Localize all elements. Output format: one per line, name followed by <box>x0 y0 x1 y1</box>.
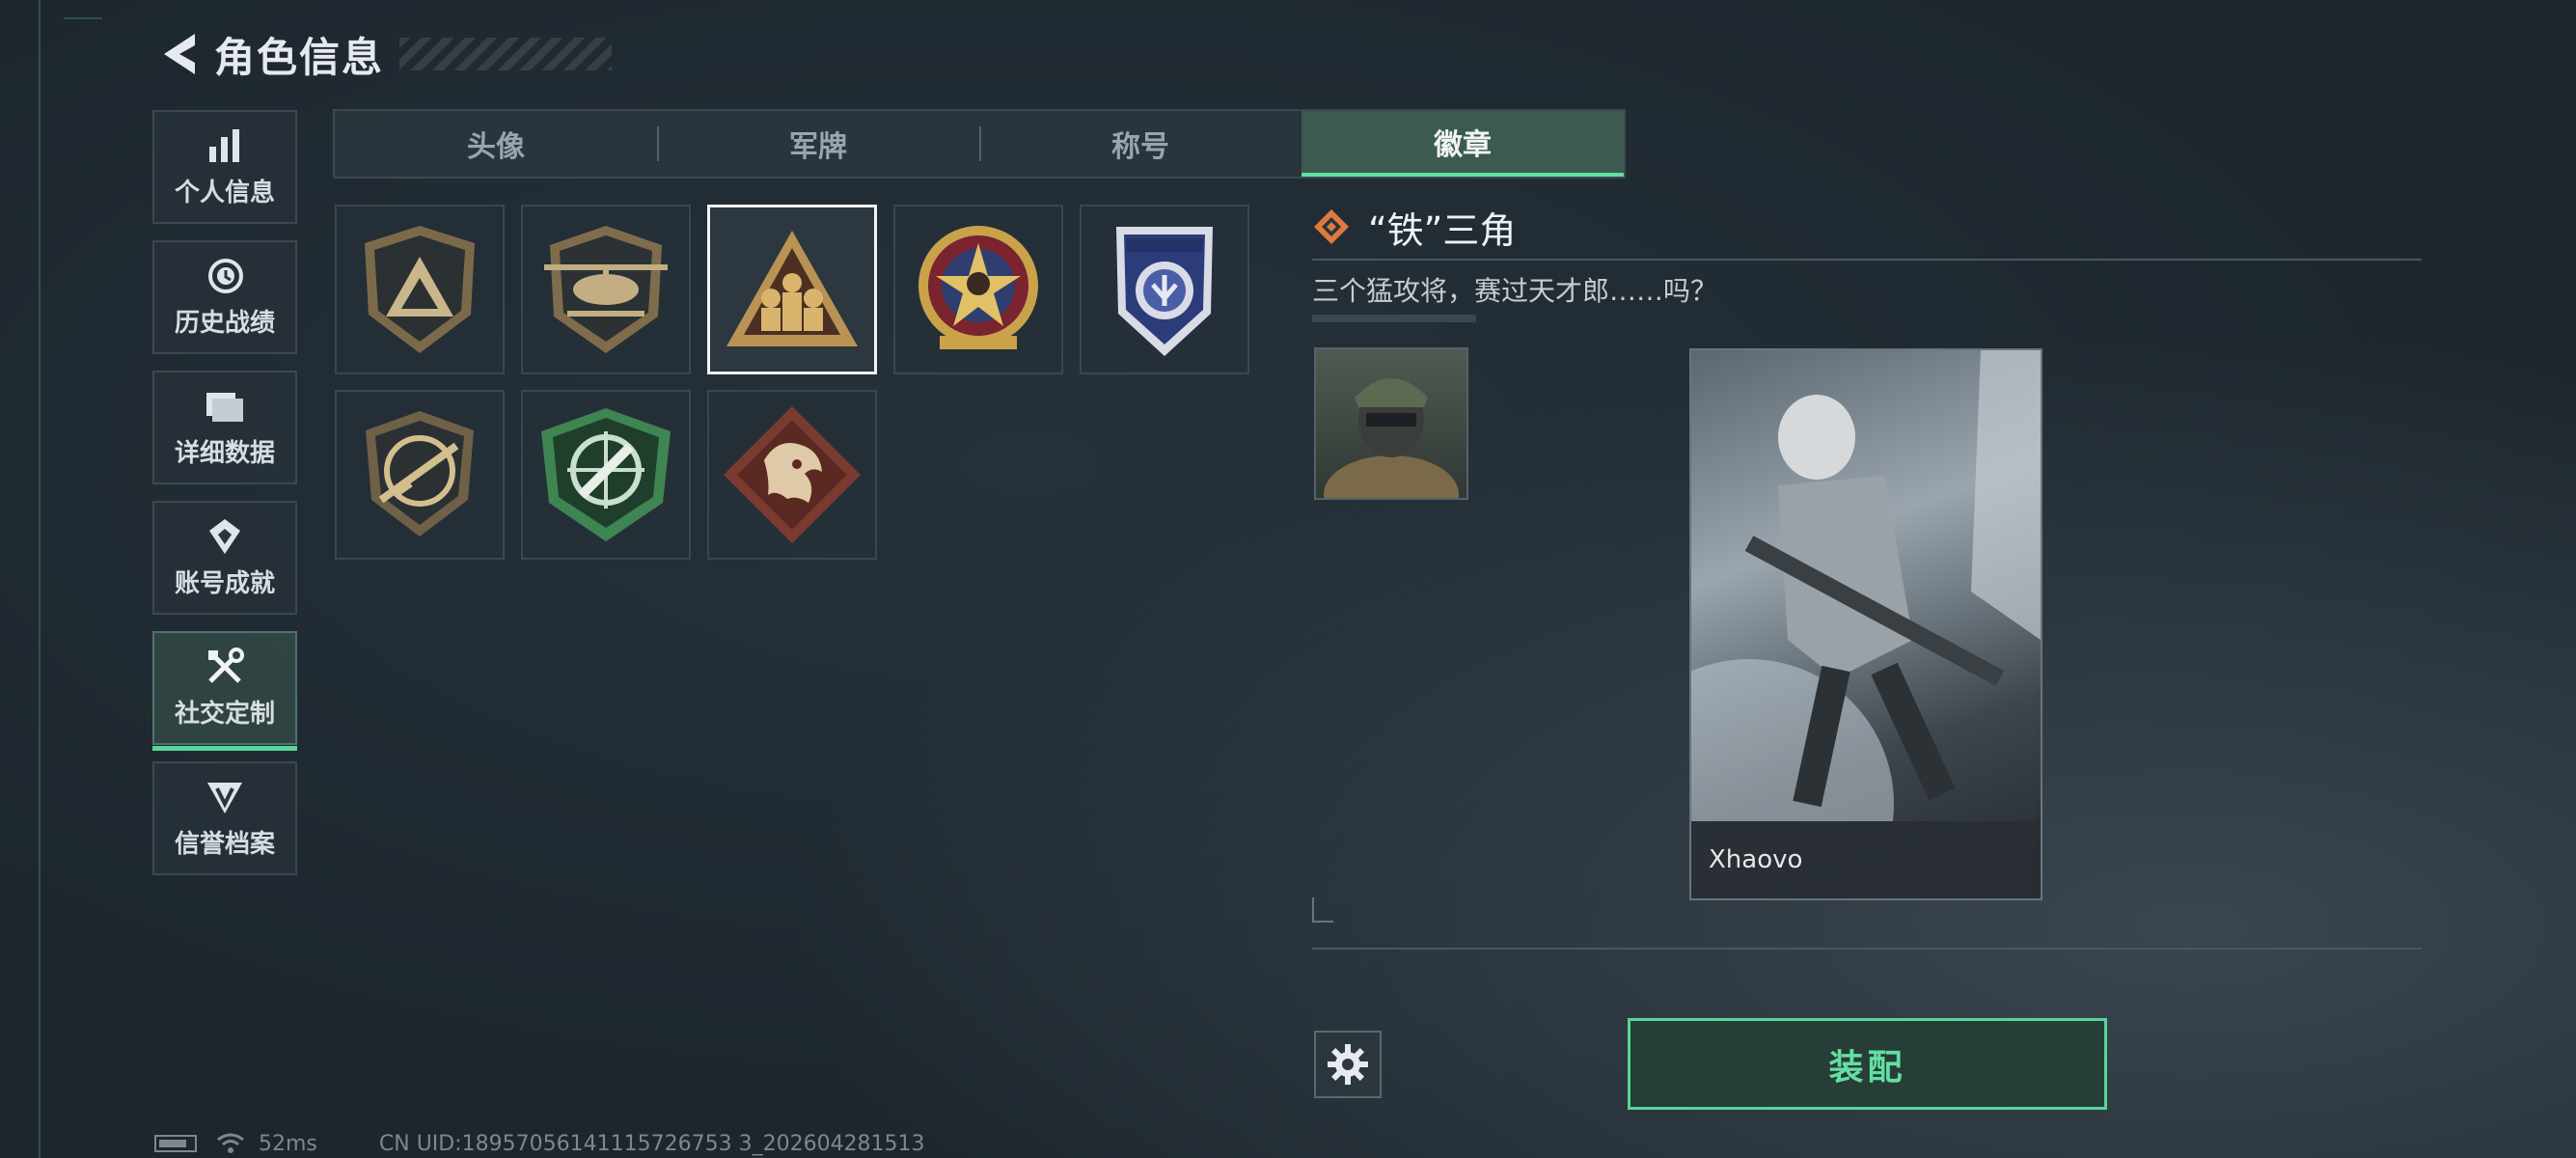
sidebar-item-label: 历史战绩 <box>174 308 275 338</box>
dragon-badge-icon <box>724 406 861 543</box>
blue-wing-badge-icon <box>1116 227 1213 356</box>
bar-chart-icon <box>204 126 246 165</box>
status-bar: 52ms CN UID:18957056141115726753 3_20260… <box>154 1129 925 1158</box>
badge-item[interactable] <box>893 205 1063 374</box>
badge-item[interactable] <box>521 390 691 560</box>
badge-item[interactable] <box>1080 205 1249 374</box>
diamond-marker-icon <box>1314 209 1349 244</box>
bottom-divider <box>1312 948 2422 950</box>
hud-line-left <box>39 0 41 1158</box>
rifle-badge-icon <box>366 411 474 537</box>
title-decoration <box>399 38 613 70</box>
settings-button[interactable] <box>1314 1031 1382 1098</box>
page-title: 角色信息 <box>214 33 385 81</box>
tab-badge[interactable]: 徽章 <box>1302 111 1624 177</box>
ping-value: 52ms <box>259 1131 317 1156</box>
header: 角色信息 <box>154 25 613 83</box>
clock-history-icon <box>204 257 246 295</box>
sidebar-item-reputation[interactable]: 信誉档案 <box>152 761 297 875</box>
sidebar-item-detailed-data[interactable]: 详细数据 <box>152 371 297 484</box>
category-tabs: 头像 军牌 称号 徽章 <box>333 109 1626 179</box>
hud-line-corner <box>64 17 102 19</box>
badge-detail-panel: “铁”三角 三个猛攻将，赛过天才郎……吗？ <box>1312 203 2422 322</box>
sidebar-item-achievements[interactable]: 账号成就 <box>152 501 297 615</box>
corner-decoration <box>1312 897 1333 923</box>
character-artwork <box>1691 350 2041 898</box>
badge-item[interactable] <box>335 205 505 374</box>
badge-item-selected[interactable] <box>707 205 877 374</box>
folder-icon <box>204 387 246 426</box>
iron-triangle-badge-icon <box>726 231 858 346</box>
back-button[interactable] <box>154 29 201 79</box>
equip-button[interactable]: 装配 <box>1628 1018 2107 1110</box>
user-uid: CN UID:18957056141115726753 3_2026042815… <box>378 1131 925 1156</box>
sidebar-item-label: 社交定制 <box>174 699 275 729</box>
star-skull-badge-icon <box>918 226 1038 349</box>
badge-name: “铁”三角 <box>1368 208 1517 252</box>
avatar-thumbnail <box>1314 347 1468 500</box>
soldier-avatar-icon <box>1324 378 1459 498</box>
wifi-icon <box>217 1133 244 1153</box>
shield-v-icon <box>204 778 246 816</box>
character-card: Xhaovo <box>1689 348 2042 900</box>
badge-item[interactable] <box>707 390 877 560</box>
battery-icon <box>154 1135 197 1152</box>
detail-subline <box>1312 315 1476 322</box>
sidebar-item-label: 账号成就 <box>174 568 275 598</box>
helicopter-badge-icon <box>544 226 668 353</box>
tab-title[interactable]: 称号 <box>979 111 1302 177</box>
chevron-left-icon <box>164 34 195 74</box>
sidebar: 个人信息 历史战绩 详细数据 账号成就 社交定制 信誉档案 <box>152 110 301 892</box>
badge-description: 三个猛攻将，赛过天才郎……吗？ <box>1312 275 1718 307</box>
triangle-shield-badge-icon <box>365 226 475 353</box>
card-player-name: Xhaovo <box>1691 821 2041 898</box>
tab-dogtag[interactable]: 军牌 <box>657 111 979 177</box>
gear-icon <box>1328 1044 1368 1085</box>
green-crosshair-badge-icon <box>541 408 671 541</box>
sidebar-item-history[interactable]: 历史战绩 <box>152 240 297 354</box>
wrench-screwdriver-icon <box>204 647 246 686</box>
detail-divider <box>1312 259 2422 261</box>
badge-grid <box>335 205 1251 560</box>
detail-title-row: “铁”三角 <box>1312 203 2422 252</box>
badge-item[interactable] <box>521 205 691 374</box>
achievement-icon <box>204 517 246 556</box>
sidebar-item-label: 详细数据 <box>174 438 275 468</box>
sidebar-item-social-custom[interactable]: 社交定制 <box>152 631 297 751</box>
sidebar-item-label: 信誉档案 <box>174 829 275 859</box>
sidebar-item-label: 个人信息 <box>174 178 275 207</box>
tab-avatar[interactable]: 头像 <box>335 111 657 177</box>
sidebar-item-personal-info[interactable]: 个人信息 <box>152 110 297 224</box>
badge-item[interactable] <box>335 390 505 560</box>
